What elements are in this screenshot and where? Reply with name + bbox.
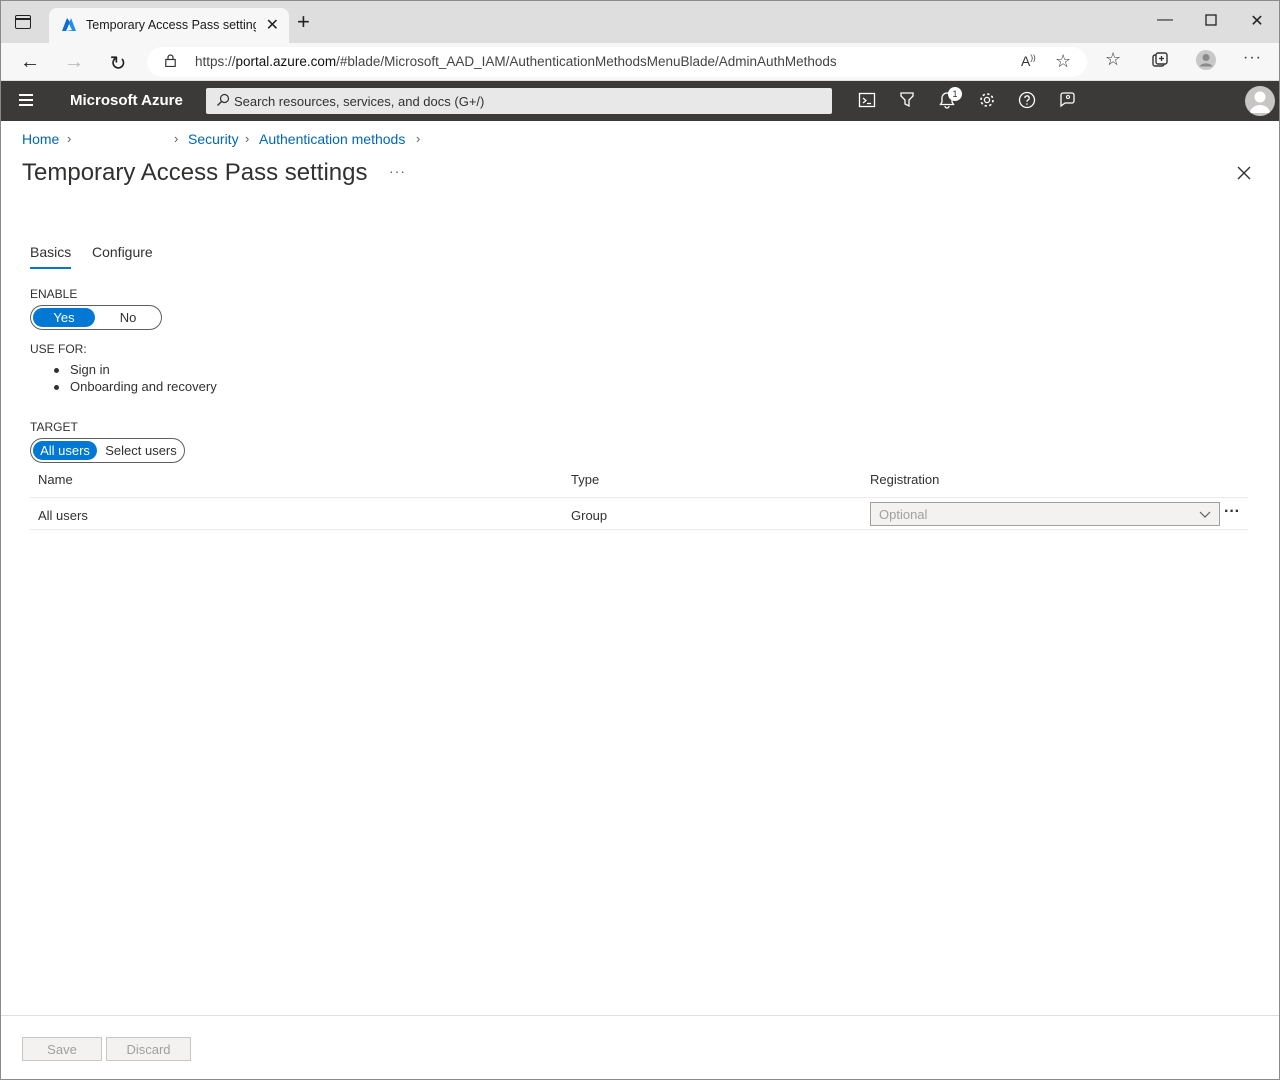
refresh-icon[interactable]: ↻ <box>106 51 130 76</box>
discard-button[interactable]: Discard <box>106 1037 191 1061</box>
close-blade-icon[interactable] <box>1234 163 1254 183</box>
chevron-down-icon <box>1199 511 1211 518</box>
azure-top-bar: Microsoft Azure <box>1 81 1279 121</box>
breadcrumb-home[interactable]: Home <box>22 131 59 147</box>
feedback-icon[interactable] <box>1057 91 1077 111</box>
tab-actions-icon[interactable] <box>15 15 31 29</box>
registration-dropdown-value: Optional <box>879 507 928 522</box>
chevron-right-icon: › <box>67 131 72 146</box>
global-search-input[interactable] <box>234 88 814 114</box>
collections-icon[interactable] <box>1151 51 1169 74</box>
address-bar-row: ← → ↻ https://portal.azure.com/#blade/Mi… <box>1 43 1279 81</box>
table-header: Name Type Registration <box>30 467 1248 498</box>
tab-basics[interactable]: Basics <box>30 244 72 269</box>
lock-icon <box>165 54 176 67</box>
enable-toggle[interactable]: Yes No <box>30 305 162 330</box>
save-button[interactable]: Save <box>22 1037 102 1061</box>
window-close-icon[interactable]: ✕ <box>1247 11 1267 31</box>
browser-tab-strip: Temporary Access Pass settings - Microso… <box>1 1 1279 43</box>
settings-gear-icon[interactable] <box>977 91 997 111</box>
minimize-icon[interactable]: — <box>1155 11 1175 31</box>
browser-menu-icon[interactable]: ··· <box>1243 49 1262 67</box>
forward-arrow-icon[interactable]: → <box>62 51 86 74</box>
column-header-type[interactable]: Type <box>571 472 599 487</box>
chevron-right-icon: › <box>416 131 421 146</box>
cloud-shell-icon[interactable] <box>857 91 877 111</box>
user-avatar[interactable] <box>1245 86 1275 116</box>
url-prefix: https:// <box>195 54 236 69</box>
browser-tab[interactable]: Temporary Access Pass settings - Microso… <box>49 8 289 43</box>
url-text: https://portal.azure.com/#blade/Microsof… <box>195 54 837 69</box>
maximize-icon[interactable] <box>1201 11 1221 31</box>
notification-count-badge: 1 <box>948 87 962 101</box>
favorites-icon[interactable]: ☆ <box>1105 49 1121 70</box>
list-item: Onboarding and recovery <box>54 379 217 396</box>
back-arrow-icon[interactable]: ← <box>18 51 42 74</box>
add-favorite-icon[interactable]: ☆ <box>1055 51 1071 72</box>
use-for-label: USE FOR: <box>30 342 87 356</box>
use-for-list: Sign in Onboarding and recovery <box>54 362 217 396</box>
browser-tab-title: Temporary Access Pass settings - Microso… <box>86 18 256 32</box>
enable-label: ENABLE <box>30 287 78 301</box>
blade-footer: Save Discard <box>1 1015 1279 1079</box>
row-name-cell: All users <box>38 508 88 523</box>
target-label: TARGET <box>30 420 78 434</box>
column-header-registration[interactable]: Registration <box>870 472 939 487</box>
portal-brand[interactable]: Microsoft Azure <box>70 92 183 109</box>
tab-configure[interactable]: Configure <box>92 244 153 267</box>
chevron-right-icon: › <box>174 131 179 146</box>
chevron-right-icon: › <box>245 131 250 146</box>
page-title: Temporary Access Pass settings <box>22 159 368 186</box>
profile-icon[interactable] <box>1195 49 1217 76</box>
close-tab-icon[interactable]: ✕ <box>266 15 279 35</box>
help-question-icon[interactable] <box>1017 91 1037 111</box>
target-all-users-option[interactable]: All users <box>33 441 97 460</box>
read-aloud-icon[interactable]: A)) <box>1021 53 1036 69</box>
row-type-cell: Group <box>571 508 608 523</box>
browser-window: Temporary Access Pass settings - Microso… <box>0 0 1280 1080</box>
registration-dropdown[interactable]: Optional <box>870 502 1220 526</box>
breadcrumb-authentication-methods[interactable]: Authentication methods <box>259 131 405 147</box>
url-host: portal.azure.com <box>235 54 337 69</box>
list-item: Sign in <box>54 362 217 379</box>
search-icon <box>217 93 230 106</box>
url-field[interactable]: https://portal.azure.com/#blade/Microsof… <box>147 47 1087 77</box>
breadcrumb-security[interactable]: Security <box>188 131 239 147</box>
column-header-name[interactable]: Name <box>38 472 73 487</box>
target-toggle[interactable]: All users Select users <box>30 438 185 463</box>
directory-filter-icon[interactable] <box>897 91 917 111</box>
global-search[interactable] <box>206 88 832 114</box>
hamburger-menu-icon[interactable] <box>19 94 33 106</box>
target-users-table: Name Type Registration All users Group O… <box>30 467 1248 530</box>
enable-no-option[interactable]: No <box>97 308 159 327</box>
azure-logo-icon <box>62 18 76 31</box>
table-row: All users Group Optional ··· <box>30 498 1248 530</box>
row-more-actions-icon[interactable]: ··· <box>1224 503 1240 521</box>
url-path: /#blade/Microsoft_AAD_IAM/Authentication… <box>336 54 837 69</box>
enable-yes-option[interactable]: Yes <box>33 308 95 327</box>
more-actions-icon[interactable]: ··· <box>389 163 406 179</box>
target-select-users-option[interactable]: Select users <box>99 441 183 460</box>
new-tab-icon[interactable]: + <box>297 11 310 33</box>
